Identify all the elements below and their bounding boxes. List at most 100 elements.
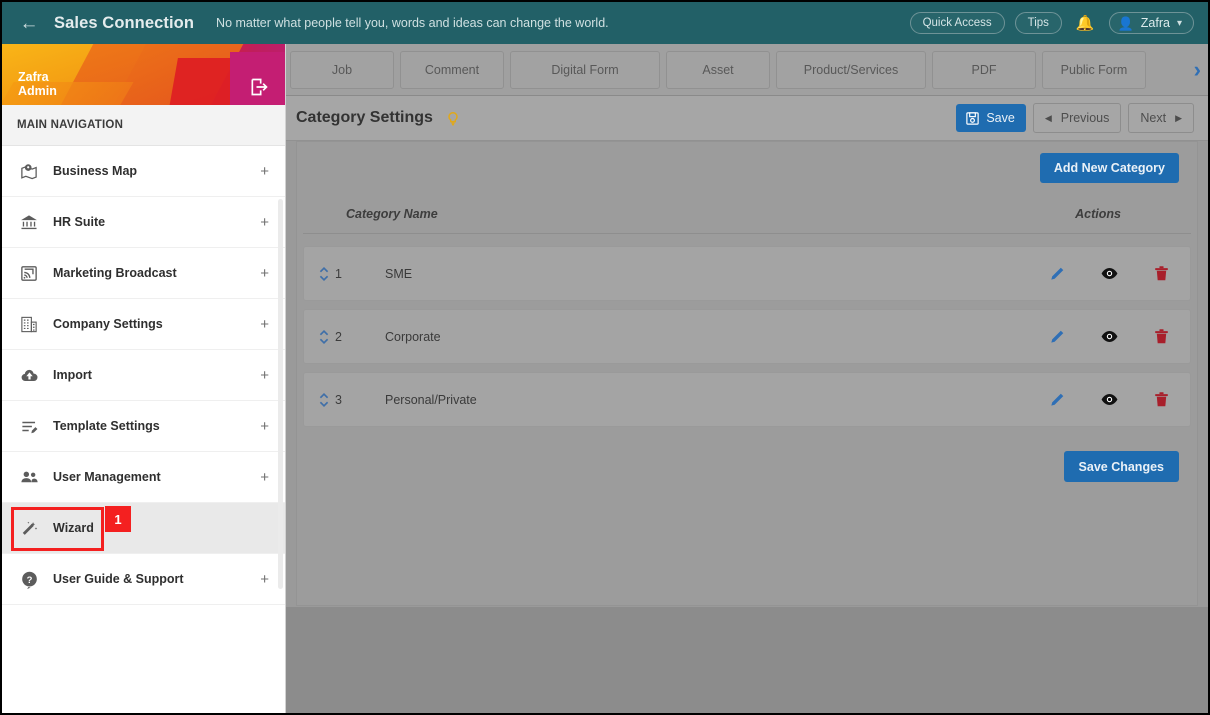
magic-wand-icon — [19, 517, 45, 539]
tab-pdf[interactable]: PDF — [932, 50, 1036, 89]
chevron-down-icon: ▾ — [1176, 17, 1182, 29]
expand-plus-icon[interactable]: + — [260, 266, 269, 281]
column-header-category-name: Category Name — [346, 206, 438, 221]
sidebar-scrollbar[interactable] — [278, 199, 283, 589]
triangle-right-icon: ▶ — [1175, 112, 1182, 123]
user-menu[interactable]: 👤 Zafra ▾ — [1108, 12, 1194, 34]
sidebar-item-label: Wizard — [53, 521, 94, 535]
tab-asset[interactable]: Asset — [666, 50, 770, 89]
previous-button[interactable]: ◀ Previous — [1032, 103, 1122, 133]
pencil-icon[interactable] — [1046, 389, 1068, 411]
save-changes-button[interactable]: Save Changes — [1063, 451, 1179, 482]
eye-icon[interactable] — [1098, 263, 1120, 285]
sort-updown-icon[interactable] — [318, 328, 332, 346]
tips-button[interactable]: Tips — [1014, 12, 1062, 34]
sort-updown-icon[interactable] — [318, 391, 332, 409]
sidebar-item-label: Marketing Broadcast — [53, 266, 177, 280]
triangle-left-icon: ◀ — [1044, 112, 1052, 123]
sidebar-item-label: User Guide & Support — [53, 572, 184, 586]
arrow-left-icon[interactable]: ← — [16, 10, 42, 36]
category-settings-panel: Add New Category Category Name Actions 1… — [296, 141, 1198, 606]
tab-public-form[interactable]: Public Form — [1042, 50, 1146, 89]
table-row[interactable]: 2 Corporate — [303, 309, 1191, 364]
sidebar-item-hr-suite[interactable]: HR Suite + — [2, 197, 285, 248]
page-header: Category Settings Save ◀ Previous Next ▶ — [286, 96, 1208, 141]
expand-plus-icon[interactable]: + — [260, 317, 269, 332]
sidebar-nav-list: Business Map + HR Suite + Marketing Broa… — [2, 146, 285, 605]
app-window: ← Sales Connection No matter what people… — [0, 0, 1210, 715]
row-order: 1 — [335, 266, 342, 281]
table-row[interactable]: 1 SME — [303, 246, 1191, 301]
sidebar-item-label: Template Settings — [53, 419, 160, 433]
sidebar-item-user-management[interactable]: User Management + — [2, 452, 285, 503]
bell-icon[interactable]: 🔔 — [1072, 14, 1099, 32]
sidebar-item-company-settings[interactable]: Company Settings + — [2, 299, 285, 350]
top-bar-actions: Quick Access Tips 🔔 👤 Zafra ▾ — [909, 12, 1198, 34]
tab-digital-form[interactable]: Digital Form — [510, 50, 660, 89]
svg-text:?: ? — [27, 574, 33, 585]
lightbulb-icon[interactable] — [445, 109, 461, 127]
sort-updown-icon[interactable] — [318, 265, 332, 283]
expand-plus-icon[interactable]: + — [260, 419, 269, 434]
pencil-icon[interactable] — [1046, 326, 1068, 348]
pencil-icon[interactable] — [1046, 263, 1068, 285]
expand-plus-icon[interactable]: + — [260, 470, 269, 485]
broadcast-icon — [19, 262, 45, 284]
app-brand-title: Sales Connection — [54, 13, 195, 32]
previous-button-label: Previous — [1060, 111, 1110, 125]
users-icon — [19, 466, 45, 488]
building-icon — [19, 313, 45, 335]
expand-plus-icon[interactable]: + — [260, 215, 269, 230]
top-bar: ← Sales Connection No matter what people… — [2, 2, 1208, 44]
sidebar-item-label: Company Settings — [53, 317, 163, 331]
step-badge: 1 — [105, 506, 131, 532]
eye-icon[interactable] — [1098, 389, 1120, 411]
row-category-name: SME — [385, 266, 413, 281]
floppy-disk-icon — [966, 111, 980, 125]
sidebar-user-name: Zafra — [18, 69, 49, 84]
sidebar-item-import[interactable]: Import + — [2, 350, 285, 401]
sidebar-item-label: User Management — [53, 470, 161, 484]
main-navigation-heading: MAIN NAVIGATION — [2, 105, 285, 146]
sidebar-user-role: Admin — [18, 84, 57, 99]
row-actions — [1046, 389, 1172, 411]
sidebar: Zafra Admin MAIN NAVIGATION Business Map… — [2, 44, 286, 713]
sidebar-item-template-settings[interactable]: Template Settings + — [2, 401, 285, 452]
save-button[interactable]: Save — [956, 104, 1026, 132]
tab-comment[interactable]: Comment — [400, 50, 504, 89]
tab-product-services[interactable]: Product/Services — [776, 50, 926, 89]
expand-plus-icon[interactable]: + — [260, 572, 269, 587]
chevron-right-icon[interactable]: › — [1194, 58, 1201, 81]
avatar-icon: 👤 — [1117, 15, 1134, 31]
add-new-category-button[interactable]: Add New Category — [1039, 153, 1179, 183]
tab-job[interactable]: Job — [290, 50, 394, 89]
category-rows: 1 SME 2 Corporate 3 Personal/Private — [297, 234, 1197, 427]
panel-footer: Save Changes — [297, 435, 1197, 482]
trash-icon[interactable] — [1150, 389, 1172, 411]
map-pin-icon — [19, 160, 45, 182]
logout-icon[interactable] — [249, 77, 269, 97]
sidebar-item-user-guide-support[interactable]: ? User Guide & Support + — [2, 554, 285, 605]
main-content: Job Comment Digital Form Asset Product/S… — [286, 44, 1208, 713]
trash-icon[interactable] — [1150, 326, 1172, 348]
sidebar-item-marketing-broadcast[interactable]: Marketing Broadcast + — [2, 248, 285, 299]
bank-icon — [19, 211, 45, 233]
question-badge-icon: ? — [19, 568, 45, 590]
trash-icon[interactable] — [1150, 263, 1172, 285]
cloud-upload-icon — [19, 364, 45, 386]
next-button[interactable]: Next ▶ — [1128, 103, 1194, 133]
eye-icon[interactable] — [1098, 326, 1120, 348]
sidebar-item-label: Import — [53, 368, 92, 382]
expand-plus-icon[interactable]: + — [260, 164, 269, 179]
expand-plus-icon[interactable]: + — [260, 368, 269, 383]
table-header: Category Name Actions — [303, 194, 1191, 234]
page-title: Category Settings — [296, 109, 433, 126]
sidebar-item-label: HR Suite — [53, 215, 106, 229]
module-tab-bar: Job Comment Digital Form Asset Product/S… — [286, 44, 1208, 96]
sidebar-user-info: Zafra Admin — [18, 70, 57, 100]
sidebar-item-business-map[interactable]: Business Map + — [2, 146, 285, 197]
table-row[interactable]: 3 Personal/Private — [303, 372, 1191, 427]
list-edit-icon — [19, 415, 45, 437]
sidebar-item-wizard[interactable]: Wizard 1 — [2, 503, 285, 554]
quick-access-button[interactable]: Quick Access — [909, 12, 1005, 34]
